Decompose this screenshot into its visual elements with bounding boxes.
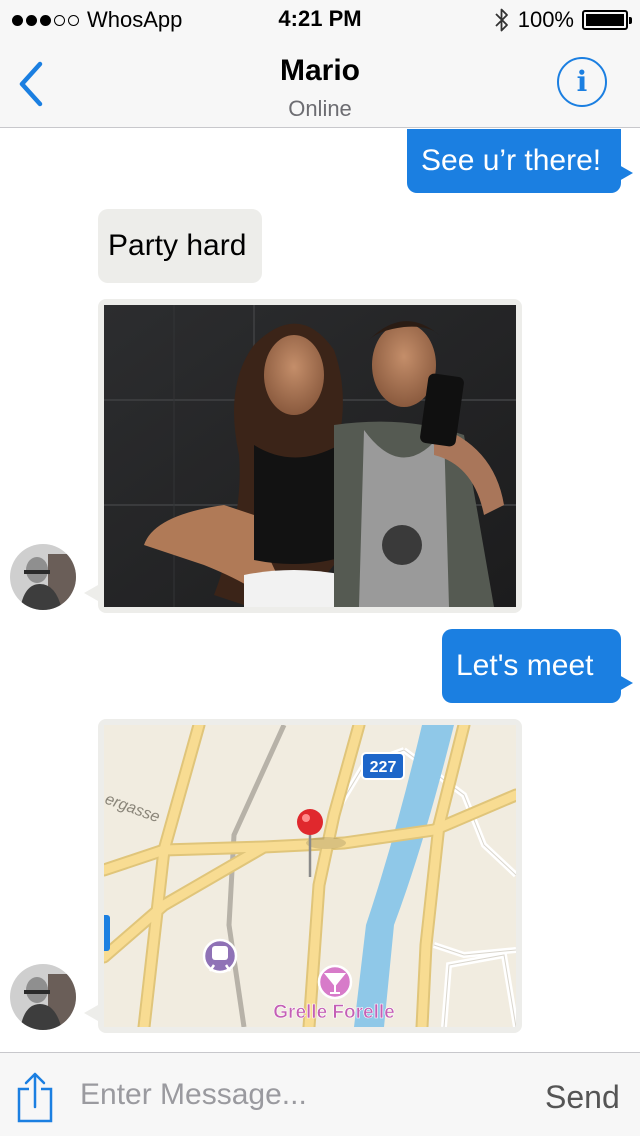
contact-name: Mario xyxy=(279,54,360,87)
photo-thumbnail xyxy=(104,305,516,607)
message-input-bar: Send xyxy=(0,1052,640,1136)
bluetooth-icon xyxy=(495,8,508,32)
contact-status: Online xyxy=(288,96,352,121)
message-text: Let's meet xyxy=(456,649,594,682)
message-text: Party hard xyxy=(108,229,247,262)
bar-icon xyxy=(317,964,353,1000)
share-icon xyxy=(17,1072,53,1123)
map-poi-label: Grelle Forelle xyxy=(273,1002,394,1023)
route-shield-label: 227 xyxy=(370,759,397,776)
battery-percentage: 100% xyxy=(517,7,574,32)
map-message[interactable]: ergasse 227 Grelle Forelle xyxy=(84,718,523,1034)
status-bar: WhosApp 4:21 PM 100% xyxy=(0,0,640,40)
message-bubble-outgoing[interactable]: Let's meet xyxy=(442,629,633,703)
message-text: See u’r there! xyxy=(421,144,602,177)
train-station-icon xyxy=(202,938,238,974)
share-button[interactable] xyxy=(16,1071,54,1123)
send-button[interactable]: Send xyxy=(545,1071,629,1123)
info-button[interactable]: i xyxy=(557,57,607,107)
avatar[interactable] xyxy=(10,544,76,610)
message-bubble-outgoing[interactable]: See u’r there! xyxy=(407,129,633,193)
message-list[interactable]: See u’r there! Party hard Let's meet erg… xyxy=(0,129,640,1052)
avatar-photo xyxy=(10,544,76,610)
map-thumbnail: ergasse 227 Grelle Forelle xyxy=(97,718,523,1034)
navigation-bar: Mario Online i xyxy=(0,40,640,128)
message-bubble-incoming[interactable]: Party hard xyxy=(98,209,262,283)
avatar-photo xyxy=(10,964,76,1030)
status-right: 100% xyxy=(494,6,632,34)
message-input[interactable] xyxy=(80,1071,520,1119)
info-icon: i xyxy=(576,65,588,98)
avatar[interactable] xyxy=(10,964,76,1030)
battery-icon xyxy=(582,10,632,30)
photo-message[interactable] xyxy=(84,299,522,613)
